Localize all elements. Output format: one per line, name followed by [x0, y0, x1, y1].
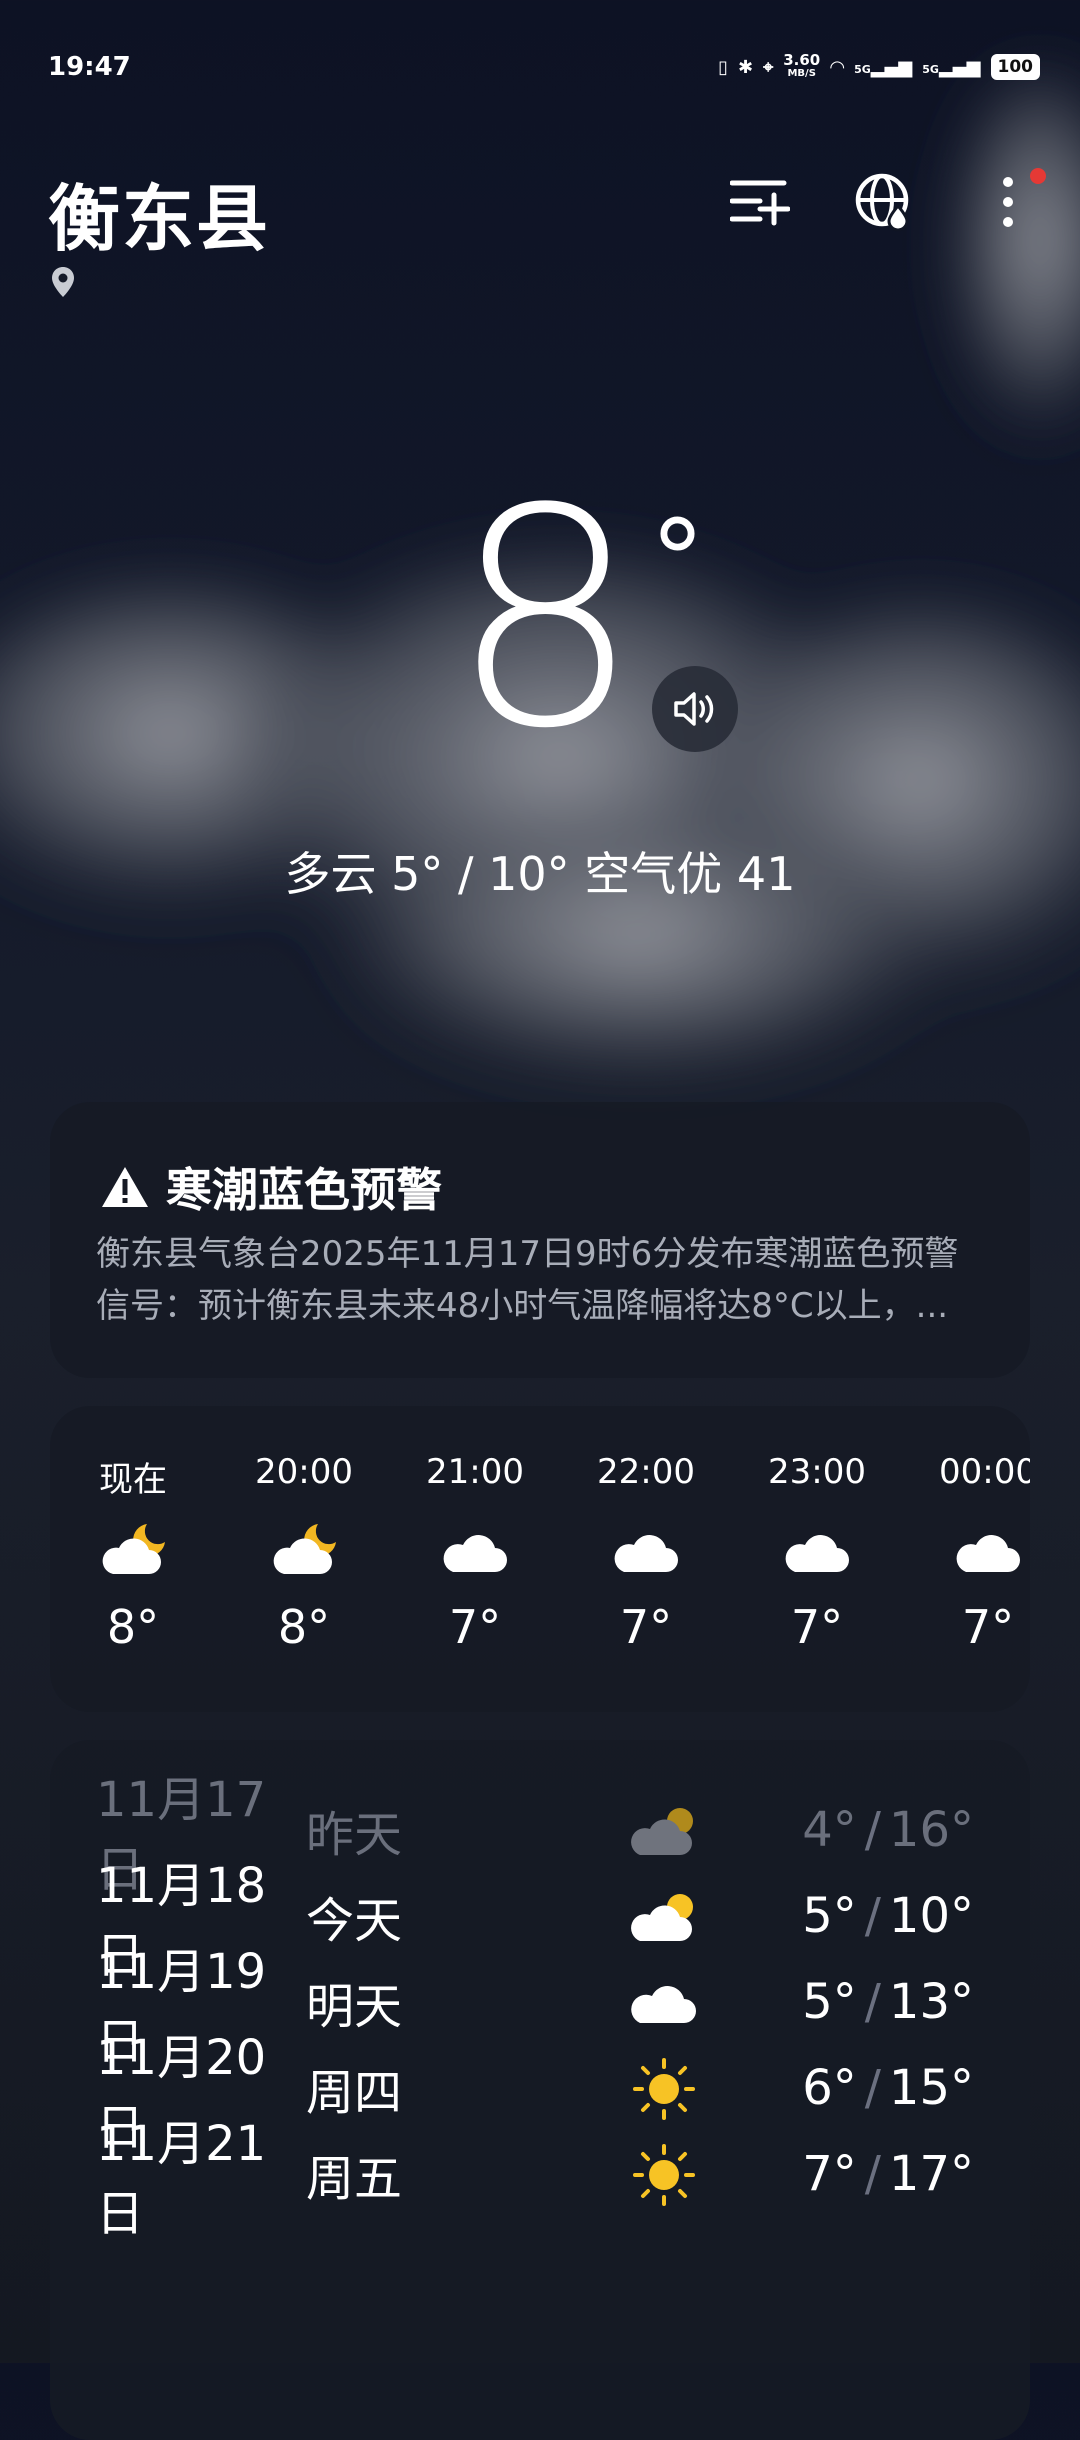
hourly-item: 23:00 7°: [752, 1452, 882, 1654]
hour-time: 22:00: [597, 1452, 695, 1492]
day-temp-range: 6°/15°: [802, 2060, 974, 2116]
hour-temp: 8°: [106, 1600, 160, 1654]
notification-dot: [1030, 168, 1046, 184]
cloud-icon: [956, 1535, 1020, 1572]
day-name: 周四: [306, 2065, 403, 2121]
hourly-item: 20:00 8°: [239, 1452, 369, 1654]
sun-icon: [633, 2144, 695, 2206]
cloud-icon: [785, 1535, 849, 1572]
speaker-icon: [674, 692, 714, 726]
city-name[interactable]: 衡东县: [48, 160, 270, 265]
current-temperature: 8: [450, 445, 641, 794]
hourly-forecast-card[interactable]: 现在 8° 20:00 8° 21:00 7° 22:00 7° 23:00 7…: [50, 1406, 1030, 1712]
alert-text: 衡东县气象台2025年11月17日9时6分发布寒潮蓝色预警信号：预计衡东县未来4…: [96, 1234, 959, 1326]
location-icon: ⌖: [763, 56, 774, 78]
day-name: 今天: [306, 1893, 403, 1949]
alert-header: 寒潮蓝色预警: [100, 1154, 442, 1220]
globe-drop-icon: [855, 173, 909, 232]
degree-symbol: °: [650, 496, 705, 624]
alert-title: 寒潮蓝色预警: [166, 1163, 442, 1217]
hour-time: 20:00: [255, 1452, 353, 1492]
location-pin-icon: [52, 267, 74, 297]
weather-alert-card[interactable]: 寒潮蓝色预警 衡东县气象台2025年11月17日9时6分发布寒潮蓝色预警信号：预…: [50, 1102, 1030, 1378]
day-name: 昨天: [306, 1807, 403, 1863]
day-name: 明天: [306, 1979, 403, 2035]
cloudy-night-icon: [102, 1524, 165, 1574]
hour-temp: 7°: [448, 1600, 502, 1654]
more-vertical-icon: [1003, 177, 1013, 227]
hour-time: 23:00: [768, 1452, 866, 1492]
day-temp-range: 5°/13°: [802, 1974, 974, 2030]
globe-button[interactable]: [852, 170, 916, 234]
voice-broadcast-button[interactable]: [652, 666, 738, 752]
weather-summary[interactable]: 多云 5° / 10° 空气优 41: [0, 838, 1080, 904]
add-city-button[interactable]: [728, 170, 792, 234]
day-name: 周五: [306, 2151, 403, 2207]
day-date: 11月21日: [96, 2116, 267, 2242]
signal-icon-1: 5G▂▄▆: [854, 56, 913, 78]
vibrate-icon: ▯: [718, 56, 728, 78]
signal-icon-2: 5G▂▄▆: [922, 56, 981, 78]
day-temp-range: 5°/10°: [802, 1888, 974, 1944]
hour-time: 现在: [99, 1460, 167, 1500]
hour-temp: 7°: [790, 1600, 844, 1654]
header-actions: [728, 168, 1046, 234]
hourly-item: 00:00 7°: [923, 1452, 1030, 1654]
partly-cloudy-icon: [631, 1894, 693, 1941]
hour-time: 00:00: [939, 1452, 1030, 1492]
hour-temp: 7°: [961, 1600, 1015, 1654]
status-time: 19:47: [48, 52, 131, 82]
battery-icon: 100: [990, 54, 1040, 80]
hourly-item: 现在 8°: [68, 1452, 198, 1654]
cloud-icon: [443, 1535, 507, 1572]
more-menu-button[interactable]: [976, 168, 1046, 234]
day-temp-range: 4°/16°: [802, 1802, 974, 1858]
hour-temp: 8°: [277, 1600, 331, 1654]
add-list-icon: [730, 180, 790, 226]
hour-temp: 7°: [619, 1600, 673, 1654]
net-speed: 3.60 MB/S: [783, 51, 821, 80]
hour-time: 21:00: [426, 1452, 524, 1492]
bluetooth-icon: ✱: [737, 56, 754, 78]
partly-cloudy-icon: [631, 1808, 693, 1855]
cloud-icon: [631, 1986, 696, 2023]
cloudy-night-icon: [273, 1524, 336, 1574]
hourly-item: 22:00 7°: [581, 1452, 711, 1654]
hourly-item: 21:00 7°: [410, 1452, 540, 1654]
daily-forecast-card[interactable]: 11月17日 昨天 4°/16° 11月18日 今天 5°/10° 11月19日…: [50, 1740, 1030, 2440]
sun-icon: [633, 2058, 695, 2120]
day-temp-range: 7°/17°: [802, 2146, 974, 2202]
wifi-icon: ◠: [830, 56, 845, 78]
status-bar: 19:47 ▯ ✱ ⌖ 3.60 MB/S ◠ 5G▂▄▆ 5G▂▄▆ 100: [48, 50, 1040, 84]
cloud-icon: [614, 1535, 678, 1572]
daily-row[interactable]: 11月21日 周五 7°/17°: [96, 2116, 990, 2242]
status-icons: ▯ ✱ ⌖ 3.60 MB/S ◠ 5G▂▄▆ 5G▂▄▆ 100: [718, 53, 1040, 81]
warning-icon: [102, 1167, 148, 1207]
